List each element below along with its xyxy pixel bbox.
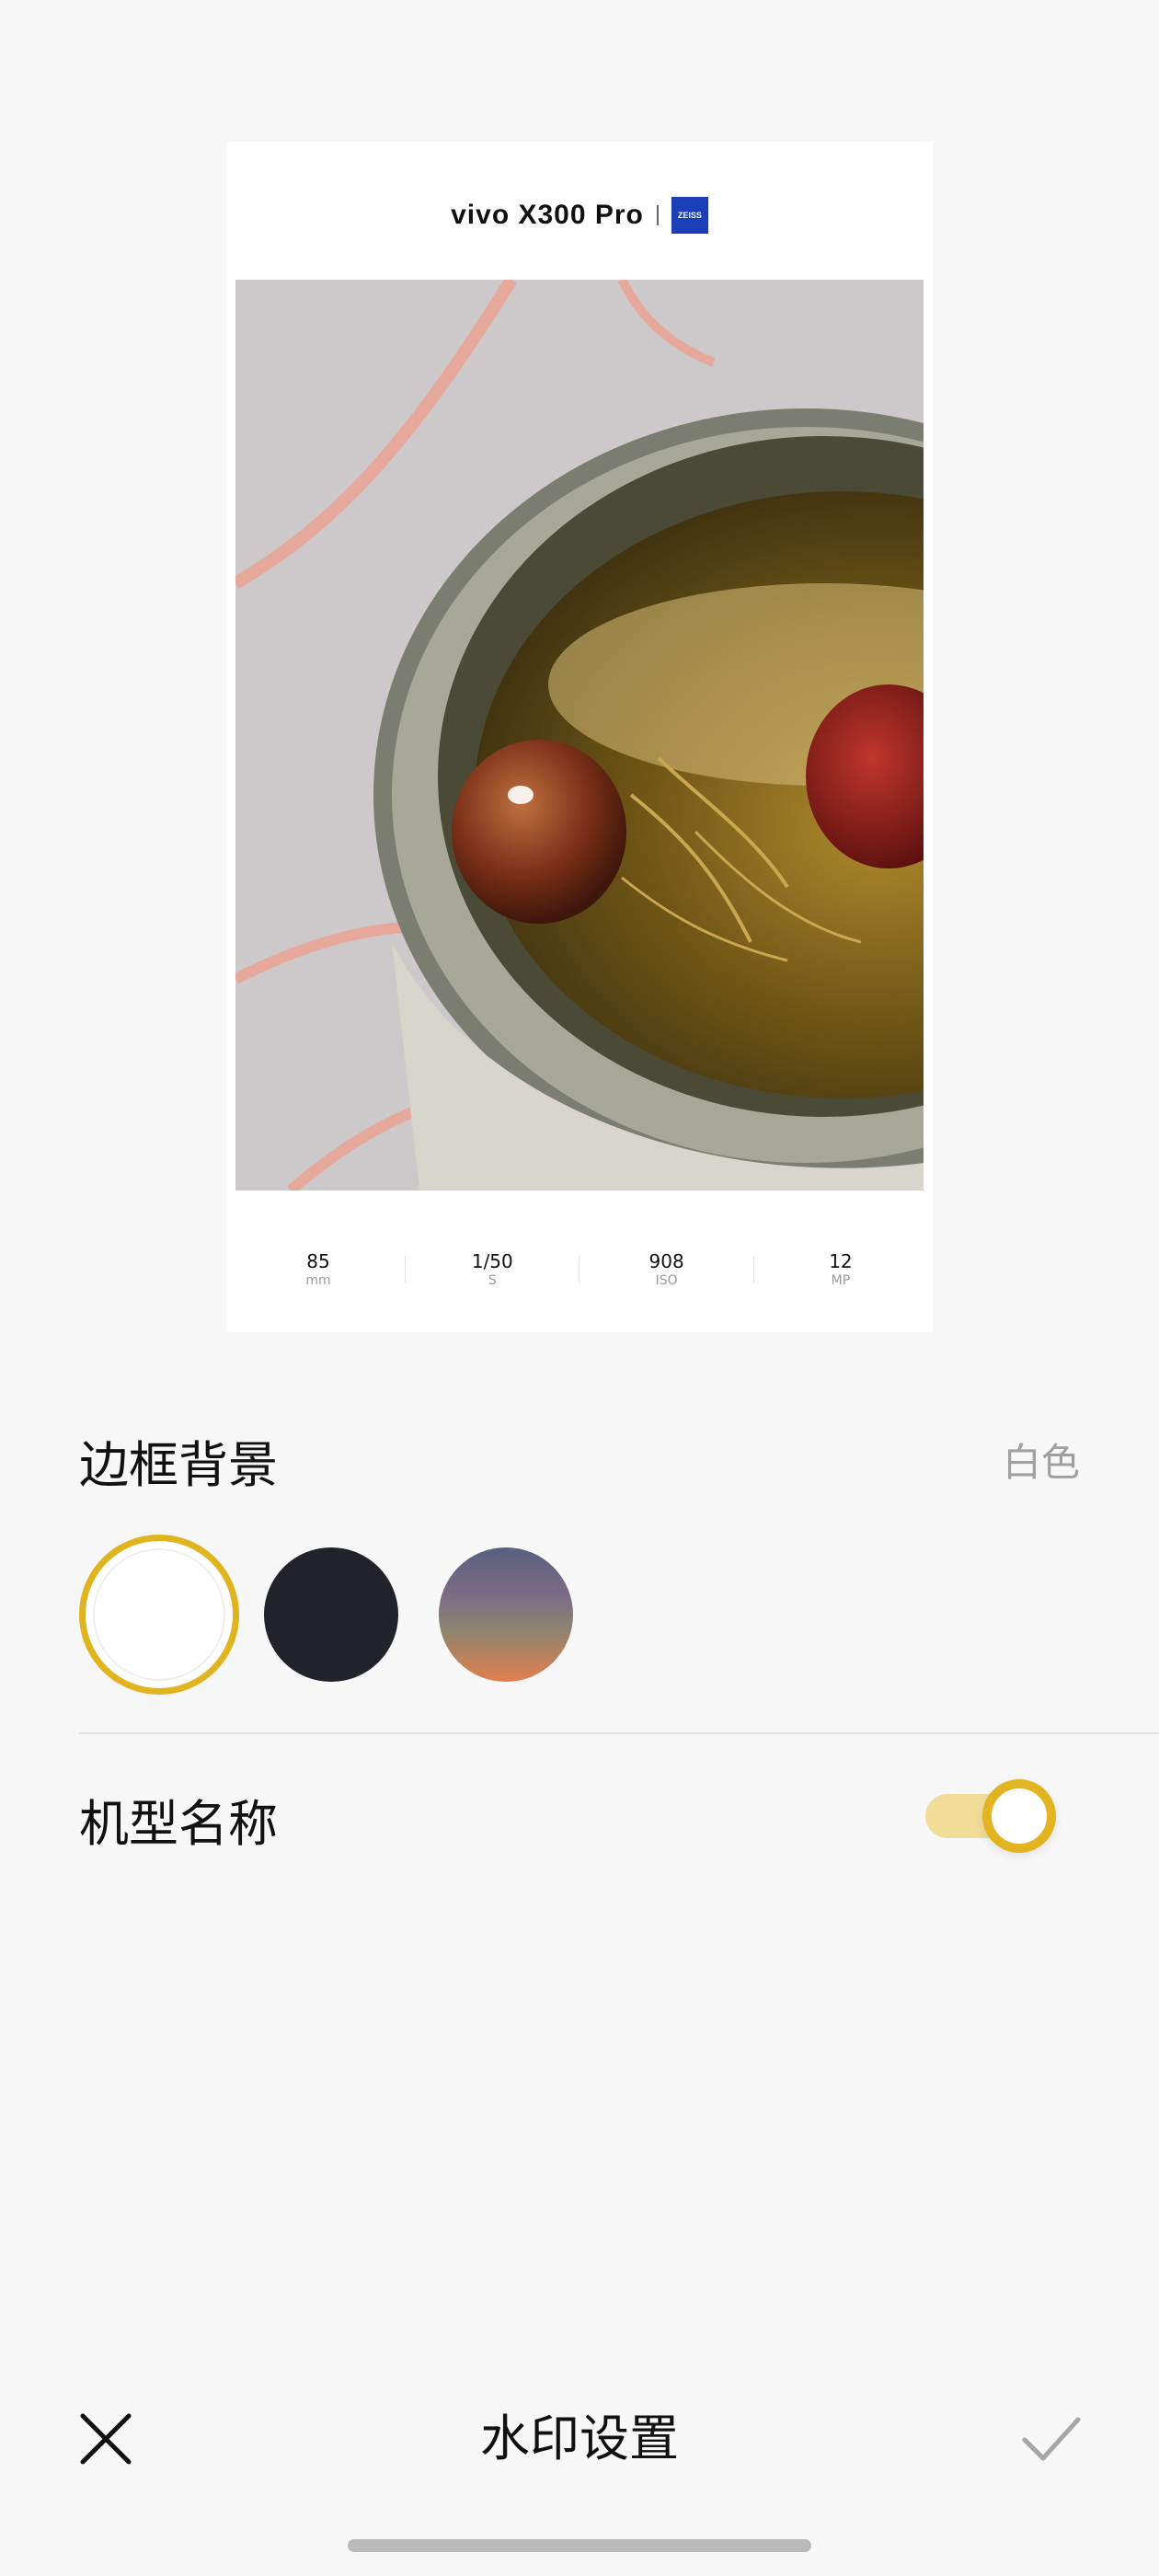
exif-divider <box>752 1256 754 1283</box>
exif-unit: ISO <box>655 1273 678 1288</box>
exif-row: 85 mm 1/50 S 908 ISO 12 MP <box>263 1242 896 1297</box>
frame-background-value: 白色 <box>1002 1440 1080 1485</box>
exif-focal-length: 85 mm <box>263 1250 373 1289</box>
brand-row: vivo X300 Pro ZEISS <box>226 197 933 234</box>
brand-name: vivo X300 Pro <box>451 200 644 230</box>
page-title: 水印设置 <box>480 2409 679 2467</box>
exif-value: 908 <box>648 1250 684 1272</box>
check-icon <box>1022 2417 1081 2461</box>
photo-image <box>235 280 924 1190</box>
brand-separator <box>656 205 659 225</box>
frame-background-label: 边框背景 <box>79 1436 278 1494</box>
zeiss-logo: ZEISS <box>671 197 708 234</box>
exif-iso: 908 ISO <box>612 1250 722 1289</box>
confirm-button[interactable] <box>1019 2409 1084 2469</box>
exif-divider <box>405 1256 407 1283</box>
exif-unit: mm <box>305 1273 331 1288</box>
exif-unit: MP <box>831 1273 851 1288</box>
exif-value: 12 <box>829 1250 853 1272</box>
exif-value: 1/50 <box>471 1250 513 1272</box>
watermark-preview-card: vivo X300 Pro ZEISS 85 mm 1/50 S 908 ISO… <box>226 142 933 1332</box>
swatch-gradient[interactable] <box>439 1547 573 1682</box>
toggle-knob[interactable] <box>982 1779 1056 1853</box>
model-name-label: 机型名称 <box>79 1795 278 1853</box>
exif-unit: S <box>488 1273 497 1288</box>
section-divider <box>79 1732 1159 1734</box>
exif-value: 85 <box>306 1250 330 1272</box>
exif-megapixels: 12 MP <box>786 1250 896 1289</box>
home-indicator[interactable] <box>348 2539 811 2552</box>
photo-preview <box>235 280 924 1190</box>
swatch-white[interactable] <box>79 1535 239 1695</box>
exif-divider <box>579 1256 580 1283</box>
swatch-black[interactable] <box>264 1547 398 1682</box>
exif-shutter: 1/50 S <box>437 1250 547 1289</box>
